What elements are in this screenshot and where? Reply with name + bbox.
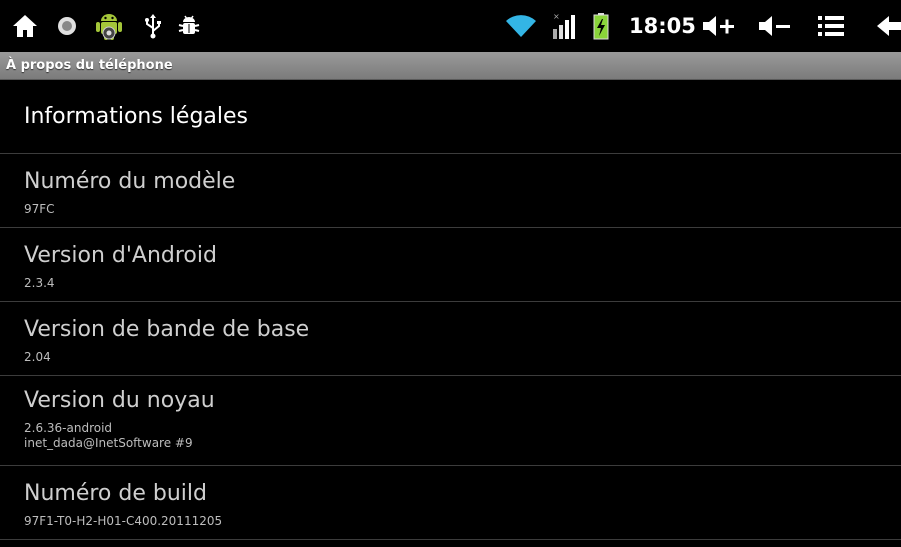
list-item-baseband-version[interactable]: Version de bande de base 2.04 bbox=[0, 302, 901, 376]
list-item-value: 2.04 bbox=[24, 350, 51, 364]
volume-down-icon[interactable] bbox=[756, 0, 794, 52]
usb-icon bbox=[142, 0, 164, 52]
list-item-title: Version du noyau bbox=[24, 388, 215, 413]
notification-dot-icon bbox=[55, 0, 79, 52]
android-debug-icon bbox=[92, 0, 126, 52]
list-item-android-version[interactable]: Version d'Android 2.3.4 bbox=[0, 228, 901, 302]
battery-charging-icon bbox=[590, 0, 612, 52]
list-item-value: 97F1-T0-H2-H01-C400.20111205 bbox=[24, 514, 223, 528]
status-bar: × 18:05 bbox=[0, 0, 901, 52]
list-item-title: Numéro de build bbox=[24, 481, 207, 506]
list-item-model-number[interactable]: Numéro du modèle 97FC bbox=[0, 154, 901, 228]
list-item-kernel-version[interactable]: Version du noyau 2.6.36-android inet_dad… bbox=[0, 376, 901, 466]
svg-text:×: × bbox=[553, 12, 560, 21]
back-icon[interactable] bbox=[876, 0, 901, 52]
menu-icon[interactable] bbox=[816, 0, 846, 52]
list-item-title: Numéro du modèle bbox=[24, 169, 236, 194]
page-title: À propos du téléphone bbox=[6, 58, 173, 73]
clock: 18:05 bbox=[629, 14, 696, 38]
android-bug-icon bbox=[176, 0, 202, 52]
list-item-build-number[interactable]: Numéro de build 97F1-T0-H2-H01-C400.2011… bbox=[0, 466, 901, 540]
list-item-title: Version de bande de base bbox=[24, 317, 310, 342]
list-item-value: 97FC bbox=[24, 202, 55, 216]
list-item-title: Version d'Android bbox=[24, 243, 217, 268]
list-item-legal-info[interactable]: Informations légales bbox=[0, 80, 901, 154]
home-icon[interactable] bbox=[10, 0, 40, 52]
list-item-value: 2.3.4 bbox=[24, 276, 55, 290]
list-item-title: Informations légales bbox=[24, 104, 249, 129]
signal-icon: × bbox=[550, 0, 578, 52]
title-bar: À propos du téléphone bbox=[0, 52, 901, 80]
list-item-value-line2: inet_dada@InetSoftware #9 bbox=[24, 436, 193, 450]
list-item-value: 2.6.36-android bbox=[24, 421, 113, 435]
volume-up-icon[interactable] bbox=[700, 0, 738, 52]
wifi-icon bbox=[504, 0, 538, 52]
